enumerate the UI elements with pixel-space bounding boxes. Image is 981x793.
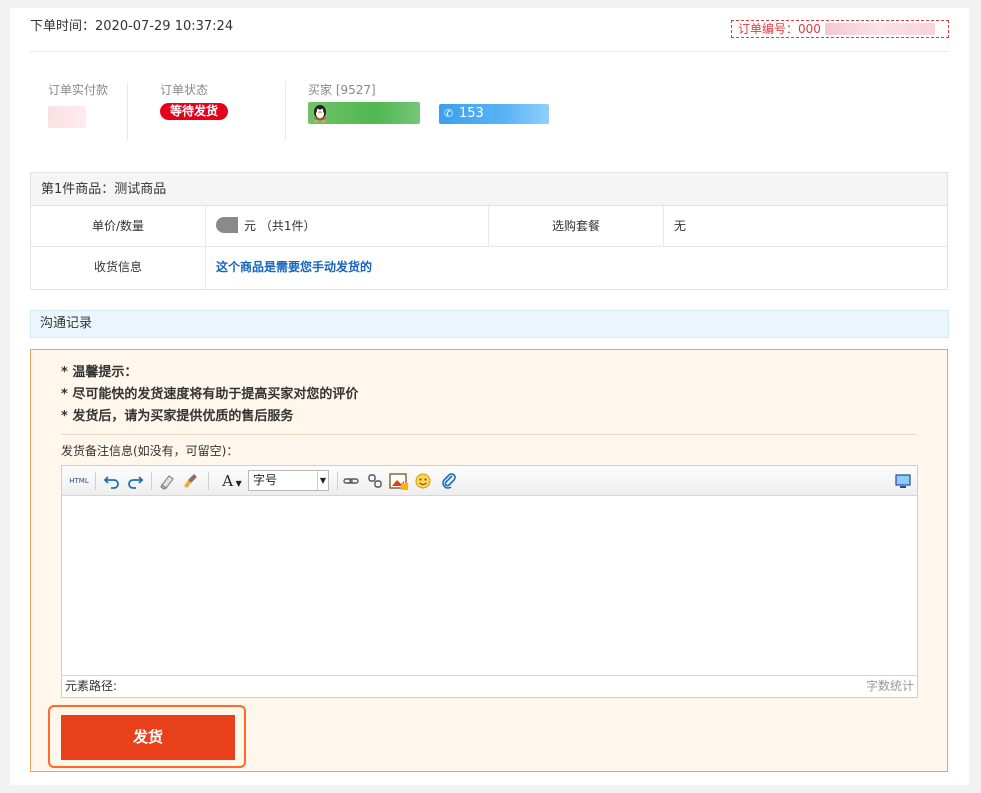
order-page: 下单时间：2020-07-29 10:37:24 订单编号：000 订单实付款 …	[10, 8, 969, 785]
chevron-down-icon: ▼	[317, 471, 328, 490]
delivery-label: 收货信息	[31, 247, 206, 289]
qq-penguin-icon	[314, 105, 326, 123]
font-size-value: 字号	[253, 473, 278, 487]
paid-amount-redacted	[48, 106, 86, 128]
editor-toolbar: HTML A ▼ 字号 ▼	[62, 466, 917, 496]
tip-line: * 发货后，请为买家提供优质的售后服务	[61, 409, 294, 424]
fullscreen-icon[interactable]	[894, 471, 912, 491]
font-size-select[interactable]: 字号 ▼	[248, 470, 329, 491]
divider	[61, 434, 917, 435]
order-number-redacted	[824, 23, 935, 35]
order-number: 订单编号：000	[731, 20, 949, 38]
order-time-value: 2020-07-29 10:37:24	[95, 19, 234, 34]
order-number-label: 订单编号：000	[738, 22, 821, 36]
ship-button-highlight: 发货	[48, 705, 246, 768]
communication-title: 沟通记录	[30, 310, 949, 338]
price-redacted	[216, 217, 238, 233]
price-label: 单价/数量	[31, 206, 206, 246]
goods-row-price: 单价/数量 元 （共1件） 选购套餐 无	[31, 206, 947, 247]
eraser-icon[interactable]	[158, 471, 176, 491]
toolbar-divider	[151, 472, 152, 490]
goods-title: 第1件商品：测试商品	[31, 173, 947, 206]
shipping-panel: * 温馨提示： * 尽可能快的发货速度将有助于提高买家对您的评价 * 发货后，请…	[30, 349, 948, 772]
contact-row: ✆ 153	[308, 102, 608, 126]
phone-contact-button[interactable]: ✆ 153	[439, 104, 549, 124]
attachment-icon[interactable]	[440, 471, 458, 491]
tips-block: * 温馨提示： * 尽可能快的发货速度将有助于提高买家对您的评价 * 发货后，请…	[61, 362, 358, 428]
ship-button[interactable]: 发货	[61, 715, 235, 760]
font-color-button[interactable]: A ▼	[218, 471, 246, 491]
toolbar-divider	[95, 472, 96, 490]
package-value: 无	[674, 219, 687, 233]
delivery-value: 这个商品是需要您手动发货的	[206, 247, 372, 289]
format-brush-icon[interactable]	[182, 471, 200, 491]
order-time-label: 下单时间：	[30, 19, 96, 34]
rich-text-editor: HTML A ▼ 字号 ▼ 元素路径: 字数统计	[61, 465, 918, 698]
element-path-label: 元素路径:	[65, 679, 118, 693]
toolbar-divider	[337, 472, 338, 490]
editor-content-area[interactable]	[62, 496, 917, 676]
price-value: 元 （共1件）	[206, 206, 489, 246]
package-label: 选购套餐	[489, 206, 664, 246]
phone-number-prefix: 153	[459, 106, 484, 121]
price-quantity-text: 元 （共1件）	[244, 219, 316, 233]
buyer-block: 买家 [9527] ✆ 153	[308, 82, 608, 140]
emoji-icon[interactable]	[414, 471, 432, 491]
chevron-down-icon: ▼	[233, 479, 242, 488]
paid-label: 订单实付款	[48, 83, 109, 97]
toolbar-divider	[208, 472, 209, 490]
goods-table: 第1件商品：测试商品 单价/数量 元 （共1件） 选购套餐 无 收货信息 这个商…	[30, 172, 948, 290]
delivery-info-link[interactable]: 这个商品是需要您手动发货的	[216, 260, 372, 274]
html-source-button[interactable]: HTML	[68, 471, 90, 491]
unlink-icon[interactable]	[366, 471, 384, 491]
qq-contact-button[interactable]	[308, 102, 420, 124]
order-summary: 订单实付款 订单状态 等待发货 买家 [9527] ✆ 153	[30, 68, 949, 148]
buyer-label: 买家 [9527]	[308, 83, 376, 97]
order-time: 下单时间：2020-07-29 10:37:24	[30, 18, 233, 36]
remark-label: 发货备注信息(如没有，可留空)：	[61, 444, 239, 458]
tip-line: * 温馨提示：	[61, 365, 138, 380]
link-icon[interactable]	[342, 471, 360, 491]
order-status-block: 订单状态 等待发货	[160, 82, 286, 140]
goods-row-delivery: 收货信息 这个商品是需要您手动发货的	[31, 247, 947, 289]
tip-line: * 尽可能快的发货速度将有助于提高买家对您的评价	[61, 387, 359, 402]
undo-icon[interactable]	[103, 471, 121, 491]
word-count-label: 字数统计	[865, 679, 914, 693]
phone-icon: ✆	[444, 107, 454, 120]
editor-status-bar: 元素路径: 字数统计	[62, 675, 917, 697]
status-label: 订单状态	[160, 83, 209, 97]
image-icon[interactable]	[389, 471, 409, 491]
status-badge: 等待发货	[160, 103, 229, 120]
order-header: 下单时间：2020-07-29 10:37:24 订单编号：000	[30, 18, 949, 52]
redo-icon[interactable]	[126, 471, 144, 491]
font-color-icon: A	[222, 472, 234, 490]
paid-amount-block: 订单实付款	[48, 82, 128, 140]
